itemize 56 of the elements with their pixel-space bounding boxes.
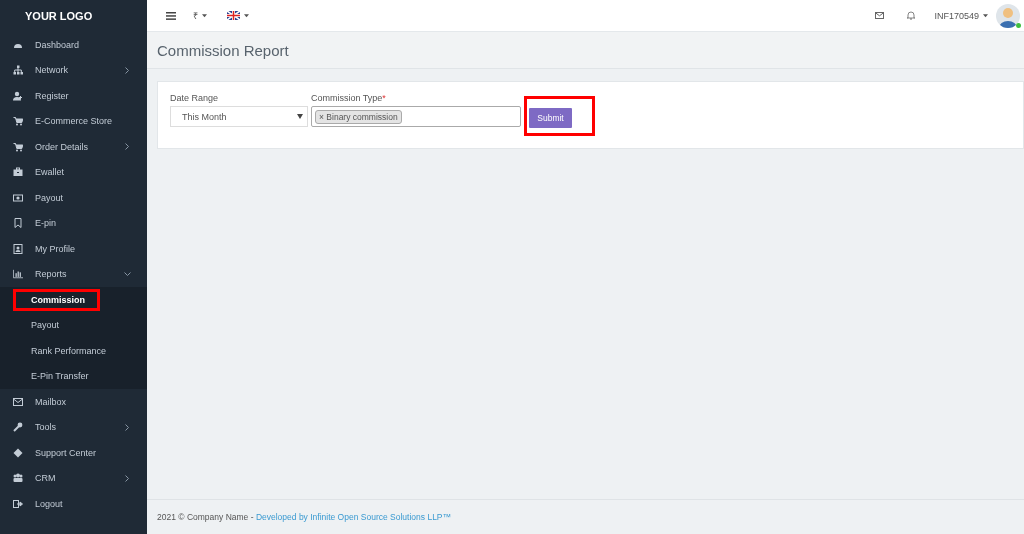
sidebar-item[interactable]: Tools xyxy=(0,414,147,440)
mail-icon[interactable] xyxy=(875,12,885,19)
submenu-item[interactable]: Commission xyxy=(31,294,85,305)
required-mark: * xyxy=(382,93,386,103)
sidebar-item[interactable]: Dashboard xyxy=(0,32,147,58)
menu-icon[interactable] xyxy=(166,11,176,20)
sidebar-item[interactable]: Payout xyxy=(0,185,147,211)
menu-icon xyxy=(13,116,23,127)
caret-icon xyxy=(983,13,988,18)
avatar[interactable] xyxy=(996,3,1020,28)
caret-icon xyxy=(202,13,207,18)
menu-icon xyxy=(13,396,23,407)
submenu-item[interactable]: Rank Performance xyxy=(31,345,107,356)
bell-icon[interactable] xyxy=(907,11,916,20)
submit-button[interactable]: Submit xyxy=(529,108,572,128)
sidebar-item[interactable]: E-pin xyxy=(0,210,147,236)
sidebar-item[interactable]: Order Details xyxy=(0,134,147,160)
menu-icon xyxy=(13,141,23,152)
caret-icon xyxy=(244,13,249,18)
sidebar-item[interactable]: Register xyxy=(0,83,147,109)
currency-dropdown[interactable]: ₹ xyxy=(193,9,207,22)
menu-icon xyxy=(13,90,23,101)
flag-icon xyxy=(227,11,240,20)
sidebar-item[interactable]: Network xyxy=(0,57,147,83)
menu-icon xyxy=(13,192,23,203)
page-title: Commission Report xyxy=(157,41,289,59)
menu-icon xyxy=(13,65,23,76)
field-label: Date Range xyxy=(170,93,220,105)
date-range-select[interactable]: This Month xyxy=(170,106,308,127)
menu-icon xyxy=(13,422,23,433)
footer-text: 2021 © Company Name - Developed by Infinite Open Source Solutions LLP™ xyxy=(157,512,452,522)
menu-icon xyxy=(13,473,23,484)
sidebar-item[interactable]: E-Commerce Store xyxy=(0,108,147,134)
sidebar-item[interactable]: Mailbox xyxy=(0,389,147,415)
menu-icon xyxy=(13,218,23,229)
menu-icon xyxy=(13,269,23,280)
commission-type-field[interactable]: × Binary commission xyxy=(311,106,521,127)
field-label: Commission Type xyxy=(311,93,383,103)
menu-icon xyxy=(13,447,23,458)
menu-icon xyxy=(13,498,23,509)
menu-icon xyxy=(13,167,23,178)
logo-text: YOUR LOGO xyxy=(24,9,94,24)
sidebar-item[interactable]: Ewallet xyxy=(0,159,147,185)
sidebar-item[interactable]: My Profile xyxy=(0,236,147,262)
tag-label: Binary commission xyxy=(326,111,398,122)
sidebar-item[interactable]: Logout xyxy=(0,491,147,517)
user-dropdown[interactable]: INF170549 xyxy=(934,10,988,21)
sidebar-item[interactable]: Support Center xyxy=(0,440,147,466)
sidebar-item[interactable]: CRM xyxy=(0,465,147,491)
remove-icon[interactable]: × xyxy=(319,111,324,122)
caret-icon xyxy=(297,114,303,119)
submenu-item[interactable]: E-Pin Transfer xyxy=(31,371,89,382)
language-dropdown[interactable] xyxy=(227,11,249,20)
sidebar-item[interactable]: Reports xyxy=(0,261,147,287)
menu-icon xyxy=(13,243,23,254)
submenu-item[interactable]: Payout xyxy=(31,320,60,331)
